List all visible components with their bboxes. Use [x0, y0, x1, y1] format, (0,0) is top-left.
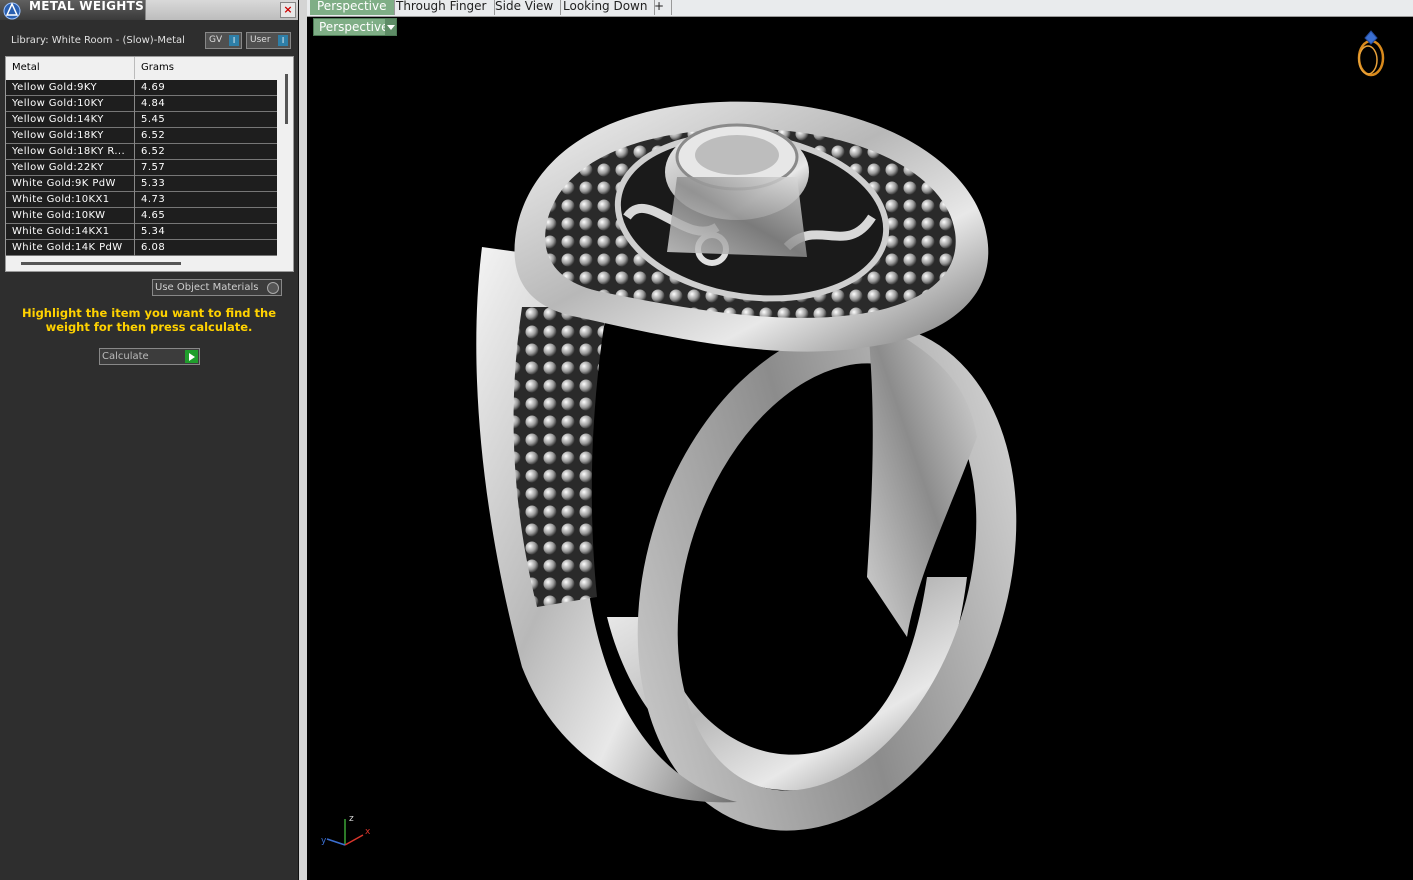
cell-divider — [134, 128, 135, 144]
play-arrow-icon — [185, 350, 198, 363]
gv-toggle[interactable]: GV I — [205, 32, 242, 49]
grams-cell: 4.65 — [141, 210, 166, 221]
grams-cell: 5.45 — [141, 114, 166, 125]
gv-toggle-box: I — [229, 35, 239, 46]
metal-cell: White Gold:14KX1 — [12, 226, 110, 237]
3d-viewport[interactable]: Perspective z x y — [307, 17, 1413, 880]
app-logo-icon — [3, 2, 21, 20]
viewport-tab-bar: Perspective Through Finger Side View Loo… — [307, 0, 1413, 17]
table-rows: Yellow Gold:9KY 4.69 Yellow Gold:10KY 4.84… — [6, 80, 277, 256]
grams-cell: 5.33 — [141, 178, 166, 189]
table-row[interactable]: Yellow Gold:22KY 7.57 — [6, 160, 277, 176]
metal-cell: White Gold:14K PdW — [12, 242, 123, 253]
metal-cell: Yellow Gold:18KY R... — [12, 146, 126, 157]
cell-divider — [134, 176, 135, 192]
library-label: Library: White Room - (Slow)-Metal — [11, 35, 185, 46]
horizontal-scrollbar[interactable] — [21, 262, 181, 265]
column-divider — [134, 57, 135, 79]
grams-cell: 7.57 — [141, 162, 166, 173]
metal-weights-table: Metal Grams Yellow Gold:9KY 4.69 Yellow G… — [5, 56, 294, 272]
tab-looking-down[interactable]: Looking Down — [556, 0, 656, 15]
table-row[interactable]: Yellow Gold:18KY R... 6.52 — [6, 144, 277, 160]
table-row[interactable]: White Gold:14K PdW 6.08 — [6, 240, 277, 256]
grams-cell: 6.08 — [141, 242, 166, 253]
grams-cell: 5.34 — [141, 226, 166, 237]
metal-weights-panel: METAL WEIGHTS × Library: White Room - (S… — [0, 0, 299, 880]
panel-title-bar: METAL WEIGHTS × — [0, 0, 298, 20]
ring-render — [476, 101, 1017, 831]
axis-z-label: z — [349, 814, 354, 824]
grams-cell: 4.84 — [141, 98, 166, 109]
instruction-text: Highlight the item you want to find the … — [22, 306, 276, 334]
column-header-grams[interactable]: Grams — [141, 62, 174, 73]
radio-circle-icon — [267, 282, 279, 294]
user-toggle-label: User — [250, 35, 271, 45]
metal-cell: White Gold:9K PdW — [12, 178, 116, 189]
use-object-materials-label: Use Object Materials — [155, 282, 259, 293]
cell-divider — [134, 240, 135, 256]
user-toggle[interactable]: User I — [246, 32, 291, 49]
cell-divider — [134, 224, 135, 240]
table-row[interactable]: Yellow Gold:10KY 4.84 — [6, 96, 277, 112]
table-row[interactable]: Yellow Gold:14KY 5.45 — [6, 112, 277, 128]
table-row[interactable]: White Gold:9K PdW 5.33 — [6, 176, 277, 192]
vertical-scrollbar[interactable] — [282, 69, 291, 259]
metal-cell: Yellow Gold:14KY — [12, 114, 104, 125]
cell-divider — [134, 144, 135, 160]
tab-side-view[interactable]: Side View — [488, 0, 562, 15]
metal-cell: Yellow Gold:10KY — [12, 98, 104, 109]
table-row[interactable]: White Gold:10KX1 4.73 — [6, 192, 277, 208]
table-row[interactable]: Yellow Gold:9KY 4.69 — [6, 80, 277, 96]
close-button[interactable]: × — [280, 2, 296, 18]
table-row[interactable]: White Gold:14KX1 5.34 — [6, 224, 277, 240]
add-tab-button[interactable]: + — [647, 0, 673, 15]
ring-logo-icon — [1357, 30, 1385, 77]
cell-divider — [134, 96, 135, 112]
axis-y-label: y — [321, 836, 327, 846]
gv-toggle-label: GV — [209, 35, 223, 45]
cell-divider — [134, 160, 135, 176]
column-header-metal[interactable]: Metal — [12, 62, 40, 73]
metal-cell: White Gold:10KX1 — [12, 194, 110, 205]
metal-cell: White Gold:10KW — [12, 210, 106, 221]
table-row[interactable]: Yellow Gold:18KY 6.52 — [6, 128, 277, 144]
vertical-scrollbar-thumb[interactable] — [285, 74, 288, 124]
calculate-button[interactable]: Calculate — [99, 348, 200, 365]
use-object-materials-toggle[interactable]: Use Object Materials — [152, 279, 282, 296]
metal-cell: Yellow Gold:9KY — [12, 82, 97, 93]
metal-cell: Yellow Gold:22KY — [12, 162, 104, 173]
cell-divider — [134, 112, 135, 128]
grams-cell: 6.52 — [141, 130, 166, 141]
grams-cell: 4.73 — [141, 194, 166, 205]
cell-divider — [134, 208, 135, 224]
axis-gizmo-icon: z x y — [321, 814, 371, 846]
metal-cell: Yellow Gold:18KY — [12, 130, 104, 141]
panel-title: METAL WEIGHTS — [29, 0, 145, 13]
grams-cell: 4.69 — [141, 82, 166, 93]
cell-divider — [134, 192, 135, 208]
panel-splitter[interactable] — [299, 0, 307, 880]
tab-through-finger[interactable]: Through Finger — [389, 0, 495, 15]
calculate-label: Calculate — [102, 351, 149, 362]
tab-perspective[interactable]: Perspective — [310, 0, 395, 15]
grams-cell: 6.52 — [141, 146, 166, 157]
user-toggle-box: I — [278, 35, 288, 46]
table-header: Metal Grams — [6, 57, 278, 79]
table-row[interactable]: White Gold:10KW 4.65 — [6, 208, 277, 224]
cell-divider — [134, 80, 135, 96]
axis-x-label: x — [365, 827, 371, 837]
